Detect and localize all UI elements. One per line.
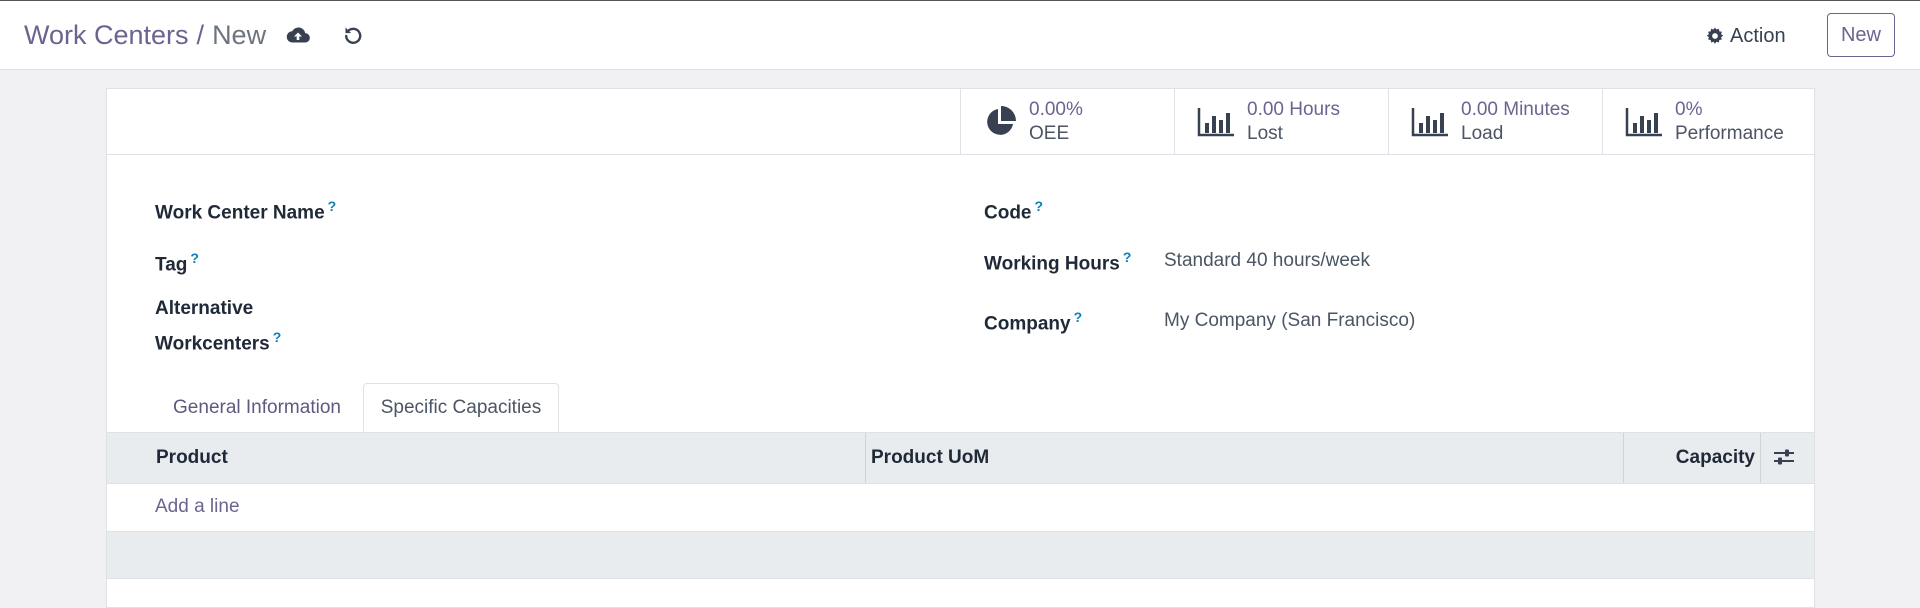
add-line-link[interactable]: Add a line <box>155 496 240 518</box>
oee-value: 0.00% <box>1029 98 1083 120</box>
oee-label: OEE <box>1029 122 1070 144</box>
load-value: 0.00 Minutes <box>1461 98 1570 120</box>
column-divider <box>1623 433 1624 483</box>
column-header-capacity[interactable]: Capacity <box>1676 433 1755 483</box>
table-row: Add a line <box>107 484 1814 532</box>
action-label: Action <box>1730 24 1786 47</box>
tab-general-information[interactable]: General Information <box>155 383 359 432</box>
breadcrumb-parent-link[interactable]: Work Centers <box>24 20 189 50</box>
company-label: Company? <box>984 309 1083 335</box>
load-label: Load <box>1461 122 1504 144</box>
column-header-product-uom[interactable]: Product UoM <box>871 433 989 483</box>
help-tooltip-icon[interactable]: ? <box>1123 249 1132 265</box>
new-record-button[interactable]: New <box>1827 13 1895 57</box>
capacities-table-header: Product Product UoM Capacity <box>107 432 1814 484</box>
performance-value: 0% <box>1675 98 1703 120</box>
control-panel: Work Centers / New Action New <box>0 0 1920 70</box>
pie-chart-icon <box>987 105 1016 135</box>
code-label: Code? <box>984 198 1044 224</box>
working-hours-field[interactable]: Standard 40 hours/week <box>1164 246 1370 275</box>
company-field[interactable]: My Company (San Francisco) <box>1164 306 1415 335</box>
lost-label: Lost <box>1247 122 1283 144</box>
help-tooltip-icon[interactable]: ? <box>190 250 199 266</box>
breadcrumb-current: New <box>212 20 267 50</box>
discard-button[interactable] <box>340 22 366 48</box>
alternative-workcenters-label: Alternative Workcenters? <box>155 298 282 355</box>
action-menu-button[interactable]: Action <box>1706 22 1786 50</box>
help-tooltip-icon[interactable]: ? <box>328 198 337 214</box>
work-center-name-label: Work Center Name? <box>155 198 337 224</box>
column-settings-icon <box>1774 449 1794 465</box>
bar-chart-icon <box>1197 107 1234 136</box>
cloud-upload-icon <box>286 27 310 43</box>
table-row <box>107 532 1814 579</box>
undo-icon <box>345 27 362 44</box>
stat-button-box: 0.00% OEE 0.00 Hours Lost 0.00 Minutes L… <box>107 89 1814 155</box>
tab-specific-capacities[interactable]: Specific Capacities <box>363 383 559 432</box>
tag-label: Tag? <box>155 250 199 276</box>
stat-button-lost[interactable]: 0.00 Hours Lost <box>1174 89 1388 154</box>
help-tooltip-icon[interactable]: ? <box>1035 198 1044 214</box>
stat-button-performance[interactable]: 0% Performance <box>1602 89 1816 154</box>
performance-label: Performance <box>1675 122 1784 144</box>
column-divider <box>1760 433 1761 483</box>
stat-button-load[interactable]: 0.00 Minutes Load <box>1388 89 1602 154</box>
help-tooltip-icon[interactable]: ? <box>1074 309 1083 325</box>
column-divider <box>865 433 866 483</box>
working-hours-label: Working Hours? <box>984 249 1132 275</box>
help-tooltip-icon[interactable]: ? <box>273 329 282 345</box>
breadcrumb: Work Centers / New <box>24 20 266 51</box>
bar-chart-icon <box>1625 107 1662 136</box>
optional-columns-toggle[interactable] <box>1773 447 1797 469</box>
stat-button-oee[interactable]: 0.00% OEE <box>960 89 1174 154</box>
save-button[interactable] <box>285 22 311 48</box>
column-header-product[interactable]: Product <box>156 433 228 483</box>
lost-value: 0.00 Hours <box>1247 98 1340 120</box>
bar-chart-icon <box>1411 107 1448 136</box>
form-sheet: 0.00% OEE 0.00 Hours Lost 0.00 Minutes L… <box>106 88 1815 608</box>
breadcrumb-separator: / <box>196 20 205 50</box>
gear-icon <box>1706 27 1724 44</box>
